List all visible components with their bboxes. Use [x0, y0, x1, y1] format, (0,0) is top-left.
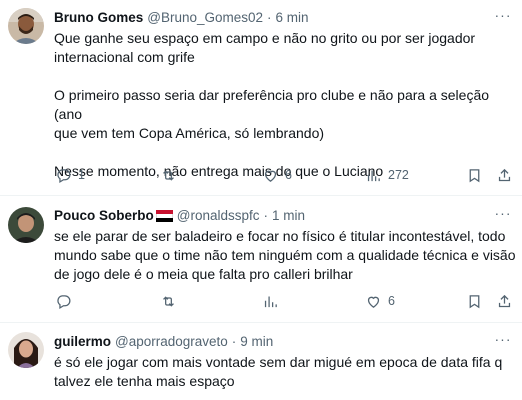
- tweet-line: Que ganhe seu espaço em campo e não no g…: [54, 30, 476, 46]
- views-count: 272: [388, 168, 409, 182]
- like-count: 6: [388, 294, 395, 308]
- retweet-icon: [163, 169, 174, 181]
- tweet[interactable]: guilermo @aporradograveto · 9 min ··· é …: [0, 324, 522, 400]
- tweet-line: que vem tem Copa América, só lembrando): [54, 125, 325, 141]
- share-icon: [498, 294, 511, 307]
- tweet-line: internacional com grife: [54, 49, 195, 65]
- share-button[interactable]: [496, 165, 513, 185]
- reply-button[interactable]: [55, 291, 78, 311]
- share-icon: [498, 168, 511, 181]
- tweet-text: é só ele jogar com mais vontade sem dar …: [54, 353, 516, 391]
- display-name[interactable]: guilermo: [54, 333, 111, 351]
- separator-dot: ·: [263, 208, 269, 223]
- reply-count: 1: [78, 168, 85, 182]
- more-icon[interactable]: ···: [494, 206, 512, 225]
- bookmark-button[interactable]: [466, 165, 483, 185]
- tweet-header: guilermo @aporradograveto · 9 min: [54, 333, 516, 351]
- timestamp[interactable]: 9 min: [240, 333, 273, 351]
- views-icon: [264, 296, 277, 307]
- tweet-text: Que ganhe seu espaço em campo e não no g…: [54, 29, 516, 181]
- tweet-line: mundo sabe que o time não tem ninguém co…: [54, 247, 516, 263]
- avatar[interactable]: [8, 207, 44, 243]
- tweet-actions: 6: [0, 291, 522, 311]
- views-button[interactable]: [262, 291, 285, 311]
- display-name[interactable]: Pouco Soberbo: [54, 207, 154, 225]
- reply-icon: [57, 168, 71, 183]
- like-count: 6: [285, 168, 292, 182]
- tweet[interactable]: Bruno Gomes @Bruno_Gomes02 · 6 min ··· Q…: [0, 0, 522, 196]
- bookmark-button[interactable]: [466, 291, 483, 311]
- flag-icon: [155, 210, 173, 222]
- retweet-button[interactable]: [160, 165, 183, 185]
- views-icon: [367, 170, 380, 181]
- heart-icon: [264, 170, 277, 182]
- tweet-actions: 1 6 272: [0, 165, 522, 185]
- share-button[interactable]: [496, 291, 513, 311]
- views-button[interactable]: 272: [365, 165, 409, 185]
- retweet-button[interactable]: [160, 291, 183, 311]
- reply-button[interactable]: 1: [55, 165, 85, 185]
- tweet-header: Bruno Gomes @Bruno_Gomes02 · 6 min: [54, 9, 516, 27]
- user-handle[interactable]: @Bruno_Gomes02: [147, 9, 263, 27]
- tweet-text: se ele parar de ser baladeiro e focar no…: [54, 227, 516, 284]
- tweet-line: de jogo dele é o meia que falta pro call…: [54, 266, 353, 282]
- reply-icon: [57, 294, 71, 309]
- separator-dot: ·: [267, 10, 272, 25]
- tweet-line: se ele parar de ser baladeiro e focar no…: [54, 228, 506, 244]
- tweet-line: O primeiro passo seria dar preferência p…: [54, 87, 490, 122]
- avatar[interactable]: [8, 332, 44, 368]
- bookmark-icon: [469, 168, 480, 182]
- timestamp[interactable]: 6 min: [276, 9, 309, 27]
- timestamp[interactable]: 1 min: [272, 207, 305, 225]
- bookmark-icon: [469, 294, 480, 308]
- heart-icon: [367, 296, 380, 308]
- like-button[interactable]: 6: [262, 165, 292, 185]
- tweet[interactable]: Pouco Soberbo @ronaldsspfc · 1 min ··· s…: [0, 197, 522, 323]
- display-name[interactable]: Bruno Gomes: [54, 9, 143, 27]
- user-handle[interactable]: @aporradograveto: [115, 333, 228, 351]
- tweet-header: Pouco Soberbo @ronaldsspfc · 1 min: [54, 207, 516, 225]
- like-button[interactable]: 6: [365, 291, 395, 311]
- more-icon[interactable]: ···: [494, 8, 512, 27]
- avatar[interactable]: [8, 8, 44, 44]
- tweet-line: talvez ele tenha mais espaço: [54, 373, 235, 389]
- retweet-icon: [163, 295, 174, 307]
- user-handle[interactable]: @ronaldsspfc: [177, 207, 260, 225]
- separator-dot: ·: [231, 334, 237, 349]
- more-icon[interactable]: ···: [494, 332, 512, 351]
- tweet-line: é só ele jogar com mais vontade sem dar …: [54, 354, 503, 370]
